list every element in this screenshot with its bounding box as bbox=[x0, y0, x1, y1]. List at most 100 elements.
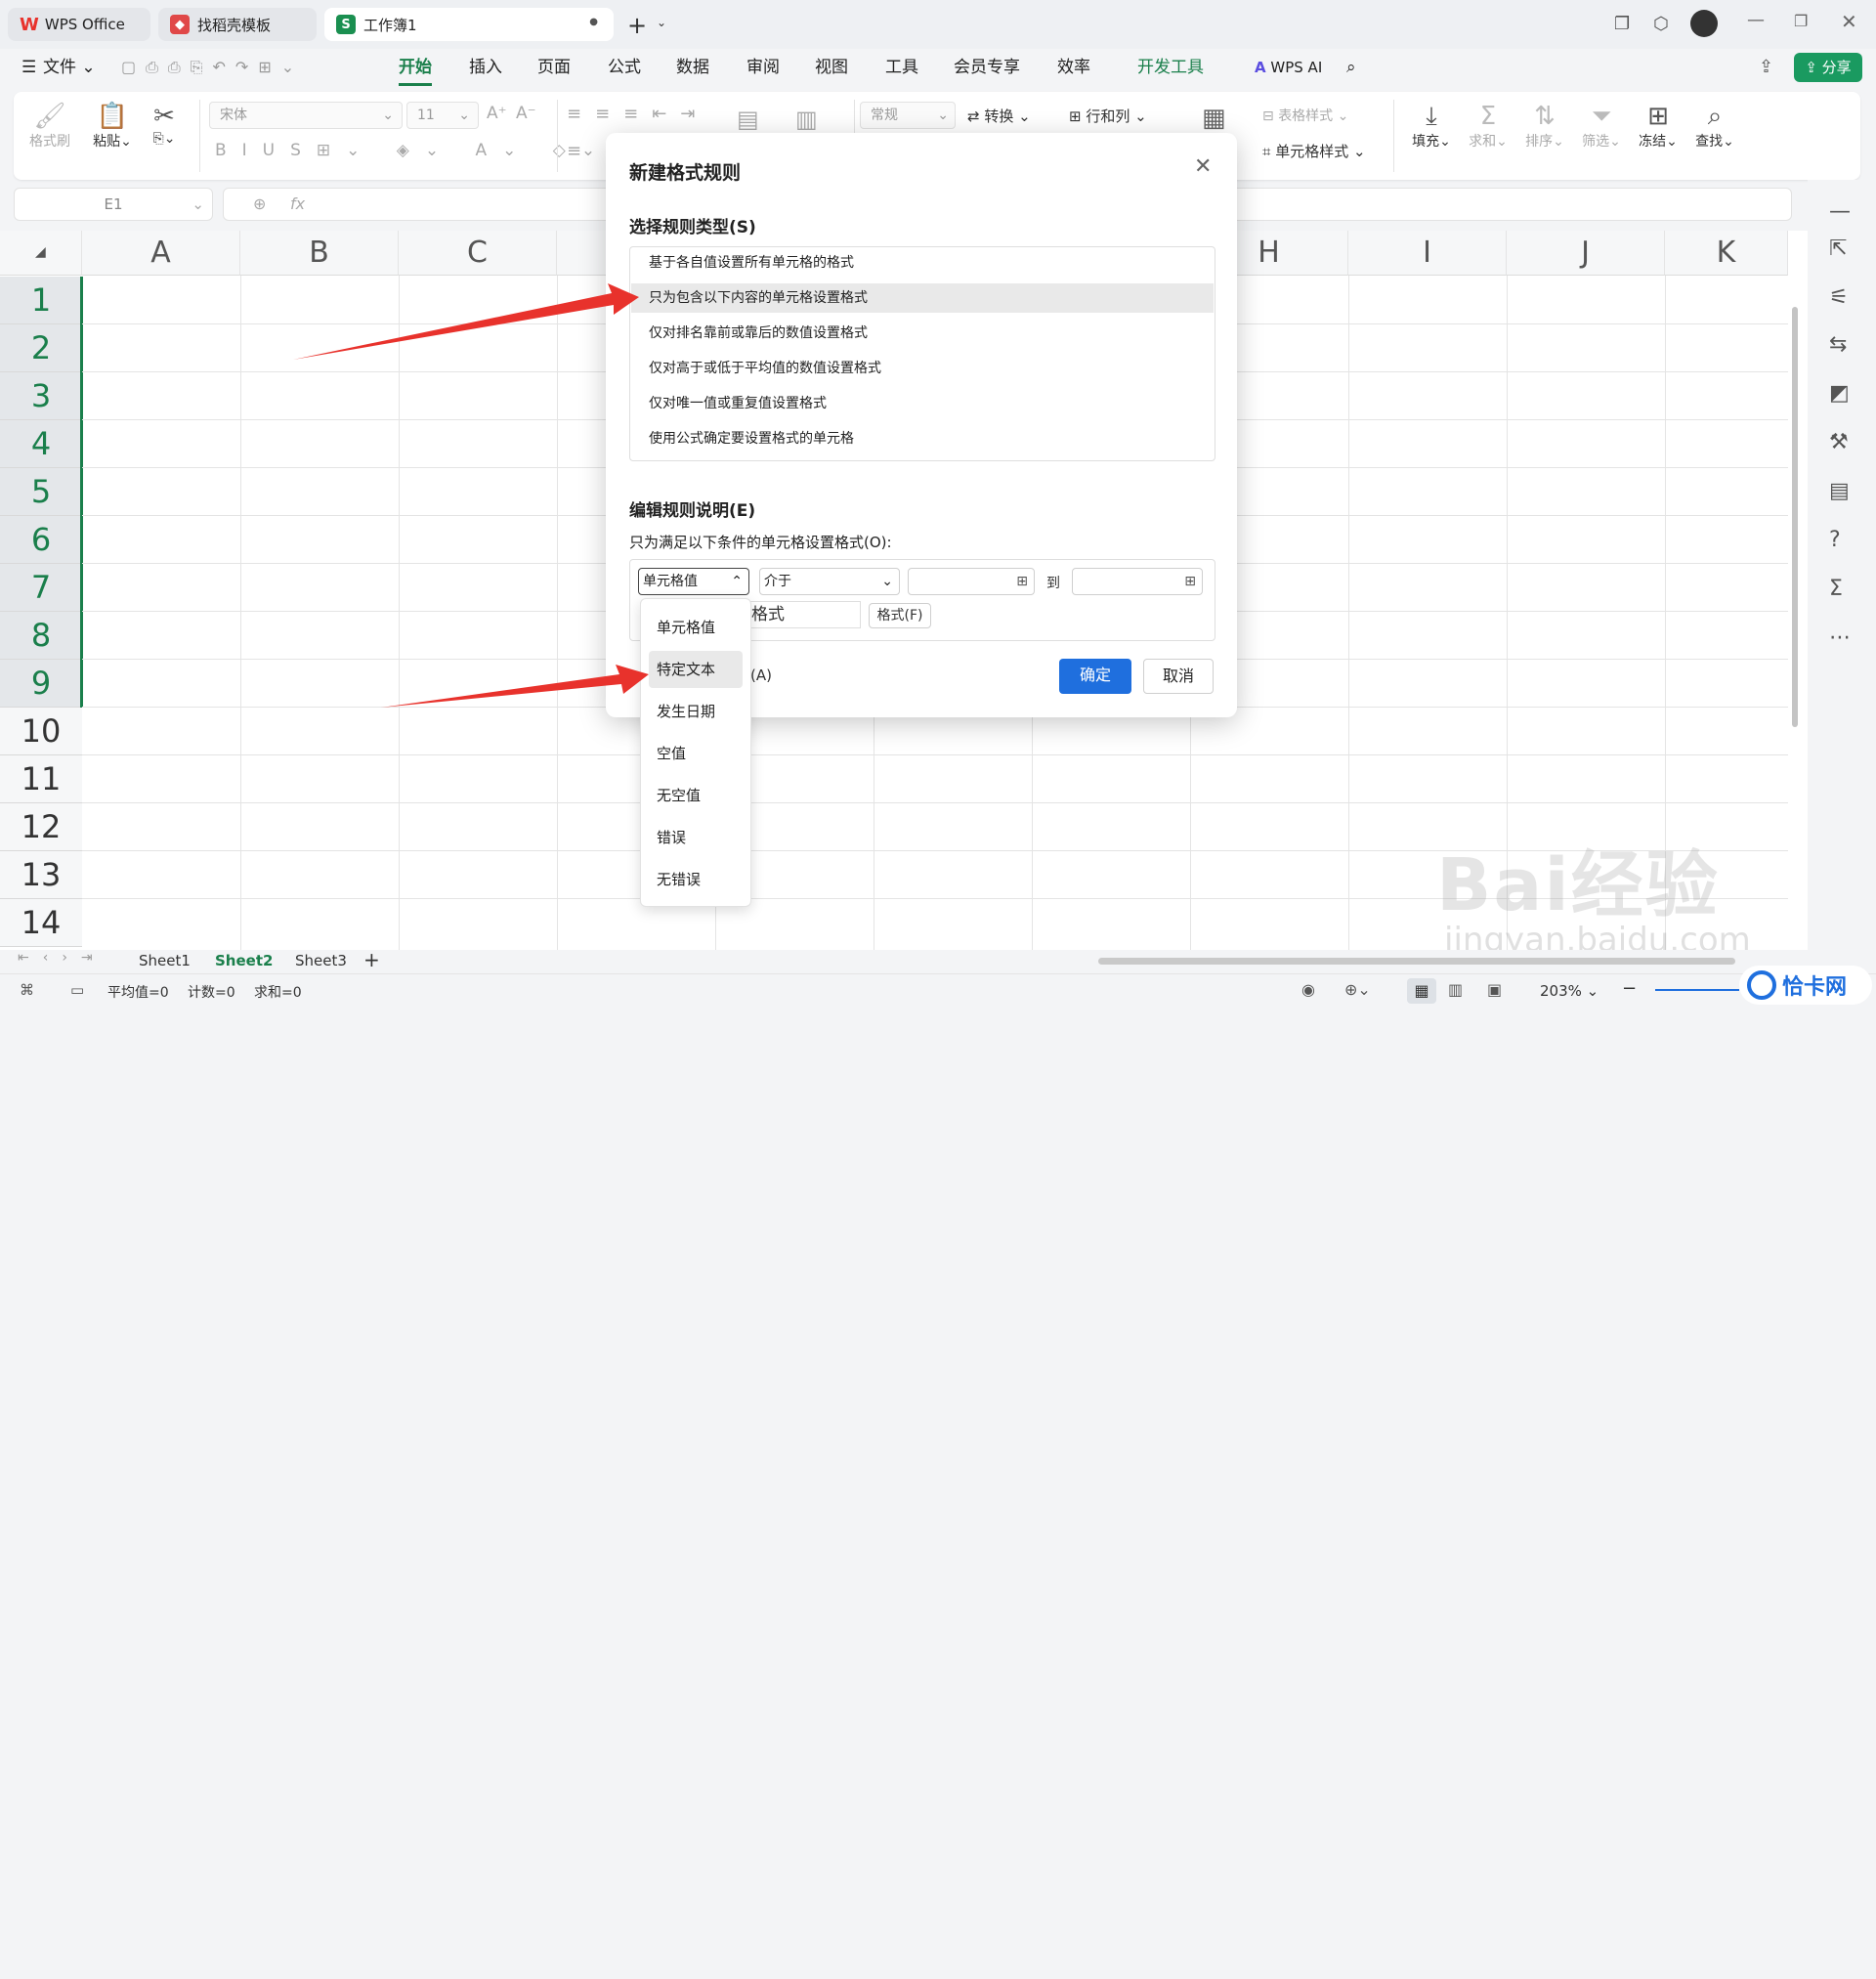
align-left-icon[interactable]: ≡ bbox=[567, 141, 581, 161]
sort-button[interactable]: ⇅ 排序⌄ bbox=[1522, 102, 1567, 151]
column-header[interactable]: K bbox=[1665, 231, 1788, 276]
dialog-close-icon[interactable]: ✕ bbox=[1194, 154, 1212, 179]
paste-button[interactable]: 📋 粘贴⌄ bbox=[90, 102, 135, 151]
menu-efficiency[interactable]: 效率 bbox=[1057, 49, 1090, 86]
help-icon[interactable]: ? bbox=[1829, 528, 1841, 552]
merge-cells-icon[interactable]: ▥ bbox=[795, 106, 818, 133]
zoom-level[interactable]: 203% ⌄ bbox=[1540, 982, 1599, 1000]
menu-start[interactable]: 开始 bbox=[399, 49, 432, 86]
font-size-select[interactable]: 11 ⌄ bbox=[406, 102, 479, 129]
font-shrink-icon[interactable]: A⁻ bbox=[516, 104, 536, 123]
eye-icon[interactable]: ◉ bbox=[1301, 980, 1315, 999]
menu-developer[interactable]: 开发工具 bbox=[1137, 49, 1204, 86]
format-button[interactable]: 格式(F) bbox=[869, 603, 931, 628]
hamburger-icon[interactable]: ☰ bbox=[21, 49, 36, 86]
more-icon[interactable]: ⋯ bbox=[1829, 625, 1851, 650]
vertical-scrollbar[interactable] bbox=[1790, 280, 1800, 944]
font-grow-icon[interactable]: A⁺ bbox=[487, 104, 507, 123]
menu-member[interactable]: 会员专享 bbox=[954, 49, 1020, 86]
tools-icon[interactable]: ⚒ bbox=[1829, 430, 1849, 454]
row-header[interactable]: 11 bbox=[0, 755, 82, 803]
wrap-text-icon[interactable]: ▤ bbox=[737, 106, 759, 133]
unsaved-dot-icon[interactable]: ● bbox=[589, 17, 598, 27]
menu-tools[interactable]: 工具 bbox=[885, 49, 918, 86]
value-to-input[interactable]: ⊞ bbox=[1072, 568, 1203, 595]
row-header[interactable]: 14 bbox=[0, 899, 82, 947]
share-button[interactable]: ⇪ 分享 bbox=[1794, 53, 1862, 82]
horizontal-scrollbar[interactable] bbox=[1098, 958, 1735, 965]
font-style-icons[interactable]: BIUS⊞⌄ ◈⌄ A⌄ ◇⌄ bbox=[215, 141, 611, 160]
cursor-icon[interactable]: ⇱ bbox=[1829, 237, 1847, 261]
dropdown-item[interactable]: 单元格值 bbox=[649, 609, 743, 646]
row-header[interactable]: 4 bbox=[0, 420, 82, 468]
row-header[interactable]: 13 bbox=[0, 851, 82, 899]
menu-data[interactable]: 数据 bbox=[676, 49, 709, 86]
cancel-button[interactable]: 取消 bbox=[1143, 659, 1214, 694]
book-icon[interactable]: ▤ bbox=[1829, 479, 1850, 503]
row-header[interactable]: 2 bbox=[0, 324, 82, 372]
dropdown-item[interactable]: 无空值 bbox=[649, 777, 743, 814]
quick-access-toolbar[interactable]: ▢⎙⎙⎘↶↷⊞⌄ bbox=[121, 49, 304, 86]
select-all-corner[interactable]: ◢ bbox=[0, 231, 82, 276]
table-style-button[interactable]: ⊟ 表格样式 ⌄ bbox=[1262, 106, 1348, 125]
macro-icon[interactable]: ⌘ bbox=[20, 981, 34, 999]
locate-icon[interactable]: ⊕⌄ bbox=[1344, 980, 1371, 999]
find-button[interactable]: ⌕ 查找⌄ bbox=[1692, 102, 1737, 151]
cube-icon[interactable]: ⬡ bbox=[1653, 14, 1669, 34]
align-icons[interactable]: ≡≡≡⇤⇥ bbox=[567, 104, 708, 124]
restore-icon[interactable]: ❐ bbox=[1794, 12, 1808, 30]
collapse-icon[interactable]: — bbox=[1829, 199, 1851, 224]
fx-icon[interactable]: fx bbox=[290, 194, 305, 213]
fill-button[interactable]: ⤓ 填充⌄ bbox=[1409, 102, 1454, 151]
number-format-select[interactable]: 常规 ⌄ bbox=[860, 102, 956, 129]
wps-ai-button[interactable]: A WPS AI bbox=[1255, 49, 1322, 86]
zoom-slider[interactable] bbox=[1655, 989, 1739, 991]
rule-type-item[interactable]: 仅对高于或低于平均值的数值设置格式 bbox=[631, 354, 1214, 383]
chevron-down-icon[interactable]: ⌄ bbox=[657, 16, 666, 29]
rule-type-item[interactable]: 基于各自值设置所有单元格的格式 bbox=[631, 248, 1214, 278]
conditional-format-icon[interactable]: ▦ bbox=[1202, 104, 1226, 133]
dropdown-item[interactable]: 无错误 bbox=[649, 861, 743, 898]
page-layout-icon[interactable]: ▥ bbox=[1448, 980, 1463, 999]
scrollbar-thumb[interactable] bbox=[1792, 307, 1798, 727]
column-header[interactable]: B bbox=[240, 231, 399, 276]
menu-view[interactable]: 视图 bbox=[815, 49, 848, 86]
row-header[interactable]: 8 bbox=[0, 612, 82, 660]
cell-style-button[interactable]: ⌗ 单元格样式 ⌄ bbox=[1262, 141, 1366, 161]
column-header[interactable]: I bbox=[1348, 231, 1507, 276]
ok-button[interactable]: 确定 bbox=[1059, 659, 1131, 694]
dropdown-item[interactable]: 空值 bbox=[649, 735, 743, 772]
sheet-nav-icons[interactable]: ⇤‹›⇥ bbox=[18, 950, 107, 966]
normal-view-icon[interactable]: ▦ bbox=[1407, 978, 1436, 1004]
cell-value-dropdown[interactable]: 单元格值 特定文本 发生日期 空值 无空值 错误 无错误 bbox=[640, 598, 751, 907]
cut-button[interactable]: ✂ ⎘⌄ bbox=[145, 102, 184, 147]
row-header[interactable]: 6 bbox=[0, 516, 82, 564]
dropdown-item-highlighted[interactable]: 特定文本 bbox=[649, 651, 743, 688]
value-from-input[interactable]: ⊞ bbox=[908, 568, 1035, 595]
dropdown-item[interactable]: 发生日期 bbox=[649, 693, 743, 730]
name-box[interactable]: E1 ⌄ bbox=[14, 188, 213, 221]
copy-icon[interactable]: ⎘⌄ bbox=[145, 131, 184, 147]
add-sheet-icon[interactable]: + bbox=[363, 948, 380, 971]
dropdown-item[interactable]: 错误 bbox=[649, 819, 743, 856]
format-painter-button[interactable]: 🖌 格式刷 bbox=[27, 102, 72, 151]
operator-select[interactable]: 介于 ⌄ bbox=[759, 568, 900, 595]
column-header[interactable]: J bbox=[1507, 231, 1665, 276]
sheet-tab[interactable]: Sheet1 bbox=[139, 952, 191, 969]
row-header[interactable]: 3 bbox=[0, 372, 82, 420]
row-header[interactable]: 1 bbox=[0, 277, 82, 324]
rule-type-item-selected[interactable]: 只为包含以下内容的单元格设置格式 bbox=[631, 283, 1214, 313]
page-break-icon[interactable]: ▣ bbox=[1487, 980, 1502, 999]
tab-workbook[interactable]: S 工作簿1 ● bbox=[324, 8, 614, 41]
row-header[interactable]: 7 bbox=[0, 564, 82, 612]
menu-formula[interactable]: 公式 bbox=[608, 49, 641, 86]
chart-icon[interactable]: ◩ bbox=[1829, 381, 1850, 406]
cell-value-select[interactable]: 单元格值 ⌃ bbox=[638, 568, 749, 595]
rule-type-item[interactable]: 使用公式确定要设置格式的单元格 bbox=[631, 424, 1214, 453]
sheet-tab-active[interactable]: Sheet2 bbox=[215, 952, 273, 969]
column-header[interactable]: C bbox=[399, 231, 557, 276]
filter-button[interactable]: ⏷ 筛选⌄ bbox=[1579, 102, 1624, 151]
rule-type-item[interactable]: 仅对排名靠前或靠后的数值设置格式 bbox=[631, 319, 1214, 348]
cloud-upload-icon[interactable]: ⇪ bbox=[1759, 49, 1773, 86]
close-icon[interactable]: ✕ bbox=[1841, 10, 1857, 33]
